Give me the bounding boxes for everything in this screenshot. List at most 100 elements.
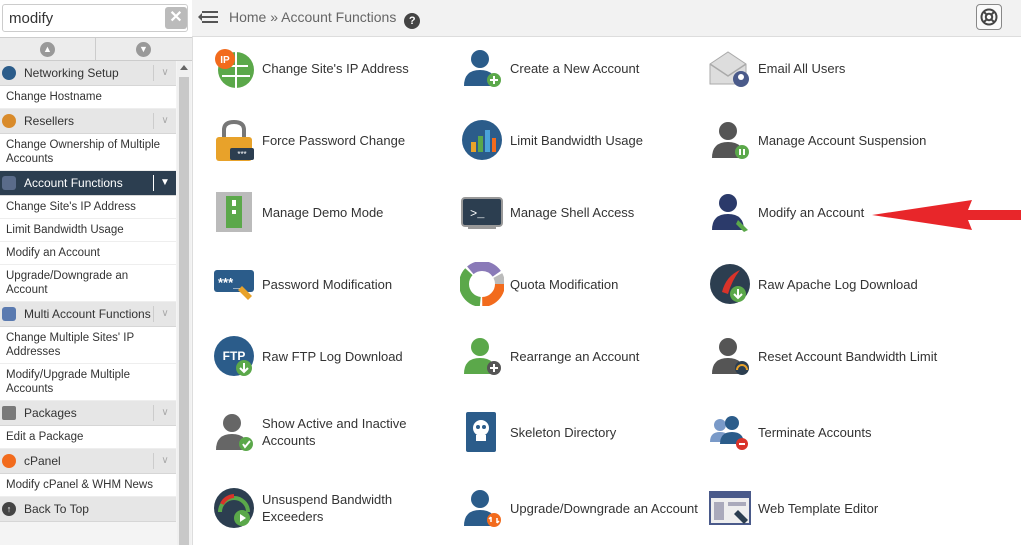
- sidebar-category-cpanel[interactable]: cPanel ∨: [0, 449, 176, 474]
- help-icon[interactable]: ?: [404, 13, 421, 29]
- back-to-top-button[interactable]: ↑ Back To Top: [0, 497, 176, 522]
- category-label: Resellers: [24, 114, 75, 128]
- scroll-up-arrow-icon[interactable]: [180, 65, 188, 70]
- function-label: Create a New Account: [510, 60, 640, 76]
- collapse-all-button[interactable]: ▲: [0, 38, 96, 60]
- modify-account-icon: [712, 194, 748, 232]
- function-label: Terminate Accounts: [758, 424, 872, 440]
- bandwidth-chart-icon: [462, 120, 502, 160]
- terminate-accounts-icon: [710, 416, 748, 450]
- sidebar-item-change-multiple-ip[interactable]: Change Multiple Sites' IP Addresses: [0, 327, 176, 364]
- sidebar-category-multi-account-functions[interactable]: Multi Account Functions ∨: [0, 302, 176, 327]
- expand-all-button[interactable]: ▼: [96, 38, 191, 60]
- sidebar-item-modify-upgrade-multiple[interactable]: Modify/Upgrade Multiple Accounts: [0, 364, 176, 401]
- function-show-active-inactive[interactable]: Show Active and Inactive Accounts: [212, 408, 452, 456]
- function-manage-demo-mode[interactable]: Manage Demo Mode: [212, 188, 452, 236]
- sidebar-item-modify-account[interactable]: Modify an Account: [0, 242, 176, 265]
- chevron-down-icon[interactable]: ∨: [153, 453, 176, 469]
- reset-bandwidth-icon: [712, 338, 749, 375]
- resellers-icon: [2, 114, 16, 128]
- password-icon: ***_: [214, 270, 254, 300]
- email-users-icon: [709, 51, 749, 87]
- function-label: Unsuspend Bandwidth Exceeders: [262, 492, 393, 524]
- breadcrumb-home-link[interactable]: Home: [229, 9, 266, 25]
- active-accounts-icon: [216, 414, 253, 451]
- page-title: Account Functions: [281, 9, 397, 25]
- svg-text:***: ***: [237, 150, 246, 159]
- function-label: Force Password Change: [262, 132, 406, 148]
- globe-icon: [2, 66, 16, 80]
- sidebar-item-change-hostname[interactable]: Change Hostname: [0, 86, 176, 109]
- chevron-down-icon[interactable]: ∨: [153, 65, 176, 81]
- function-label: Upgrade/Downgrade an Account: [510, 500, 698, 516]
- function-limit-bandwidth[interactable]: Limit Bandwidth Usage: [460, 116, 700, 164]
- function-label: Change Site's IP Address: [262, 60, 409, 76]
- demo-mode-icon: [216, 192, 252, 232]
- apache-log-icon: [710, 264, 750, 304]
- sidebar-menu: Networking Setup ∨ Change Hostname Resel…: [0, 61, 176, 545]
- sidebar-category-packages[interactable]: Packages ∨: [0, 401, 176, 426]
- rearrange-account-icon: [464, 338, 501, 375]
- sidebar-category-account-functions[interactable]: Account Functions ▼: [0, 171, 176, 196]
- function-raw-ftp-log[interactable]: FTP Raw FTP Log Download: [212, 332, 452, 380]
- search-input[interactable]: [2, 4, 188, 32]
- ip-address-icon: IP: [215, 49, 254, 88]
- function-label: Raw Apache Log Download: [758, 276, 918, 292]
- sidebar-scrollbar[interactable]: [177, 61, 191, 545]
- sidebar-item-modify-cpanel-news[interactable]: Modify cPanel & WHM News: [0, 474, 176, 497]
- create-account-icon: [464, 50, 501, 87]
- function-web-template-editor[interactable]: Web Template Editor: [708, 484, 948, 532]
- caret-down-icon[interactable]: ▼: [153, 175, 176, 191]
- chevron-down-icon[interactable]: ∨: [153, 113, 176, 129]
- function-manage-suspension[interactable]: Manage Account Suspension: [708, 116, 948, 164]
- function-email-users[interactable]: Email All Users: [708, 44, 948, 92]
- suspension-icon: [712, 122, 749, 159]
- sidebar-item-edit-package[interactable]: Edit a Package: [0, 426, 176, 449]
- function-label: Modify an Account: [758, 204, 865, 220]
- svg-text:IP: IP: [220, 55, 230, 66]
- function-manage-shell-access[interactable]: >_ Manage Shell Access: [460, 188, 700, 236]
- function-rearrange-account[interactable]: Rearrange an Account: [460, 332, 700, 380]
- sidebar-item-limit-bandwidth[interactable]: Limit Bandwidth Usage: [0, 219, 176, 242]
- category-label: Multi Account Functions: [24, 307, 151, 321]
- function-create-account[interactable]: Create a New Account: [460, 44, 700, 92]
- function-terminate-accounts[interactable]: Terminate Accounts: [708, 408, 948, 456]
- function-password-modification[interactable]: ***_ Password Modification: [212, 260, 452, 308]
- function-raw-apache-log[interactable]: Raw Apache Log Download: [708, 260, 948, 308]
- clear-search-button[interactable]: ✕: [165, 7, 187, 29]
- function-reset-bandwidth-limit[interactable]: Reset Account Bandwidth Limit: [708, 332, 948, 380]
- function-skeleton-directory[interactable]: Skeleton Directory: [460, 408, 700, 456]
- function-unsuspend-bandwidth[interactable]: Unsuspend Bandwidth Exceeders: [212, 484, 452, 532]
- scrollbar-thumb[interactable]: [179, 77, 189, 545]
- category-label: cPanel: [24, 454, 61, 468]
- sidebar-item-change-site-ip[interactable]: Change Site's IP Address: [0, 196, 176, 219]
- user-icon: [2, 176, 16, 190]
- menu-toggle-icon[interactable]: [198, 8, 218, 26]
- function-force-password-change[interactable]: *** Force Password Change: [212, 116, 452, 164]
- function-change-site-ip[interactable]: IP Change Site's IP Address: [212, 44, 452, 92]
- function-label: Raw FTP Log Download: [262, 348, 403, 364]
- collapse-bar: ▲ ▼: [0, 37, 192, 61]
- support-button[interactable]: [976, 4, 1002, 30]
- function-upgrade-downgrade[interactable]: Upgrade/Downgrade an Account: [460, 484, 700, 532]
- users-icon: [2, 307, 16, 321]
- sidebar-item-change-ownership[interactable]: Change Ownership of Multiple Accounts: [0, 134, 176, 171]
- chevron-down-icon[interactable]: ∨: [153, 405, 176, 421]
- top-header: Home » Account Functions ?: [192, 0, 1021, 37]
- sidebar: ✕ ▲ ▼ Networking Setup ∨ Change Hostname…: [0, 0, 193, 545]
- function-label: Quota Modification: [510, 276, 619, 292]
- back-to-top-label: Back To Top: [24, 502, 89, 516]
- web-template-icon: [709, 491, 751, 525]
- sidebar-category-networking-setup[interactable]: Networking Setup ∨: [0, 61, 176, 86]
- function-label: Skeleton Directory: [510, 424, 617, 440]
- red-annotation-arrow-icon: [872, 200, 1021, 230]
- sidebar-category-resellers[interactable]: Resellers ∨: [0, 109, 176, 134]
- unsuspend-bandwidth-icon: [214, 488, 254, 528]
- chevron-down-icon[interactable]: ∨: [153, 306, 176, 322]
- function-label: Reset Account Bandwidth Limit: [758, 348, 938, 364]
- category-label: Networking Setup: [24, 66, 119, 80]
- package-icon: [2, 406, 16, 420]
- sidebar-item-upgrade-downgrade[interactable]: Upgrade/Downgrade an Account: [0, 265, 176, 302]
- function-quota-modification[interactable]: Quota Modification: [460, 260, 700, 308]
- chevron-up-icon: ▲: [40, 41, 55, 57]
